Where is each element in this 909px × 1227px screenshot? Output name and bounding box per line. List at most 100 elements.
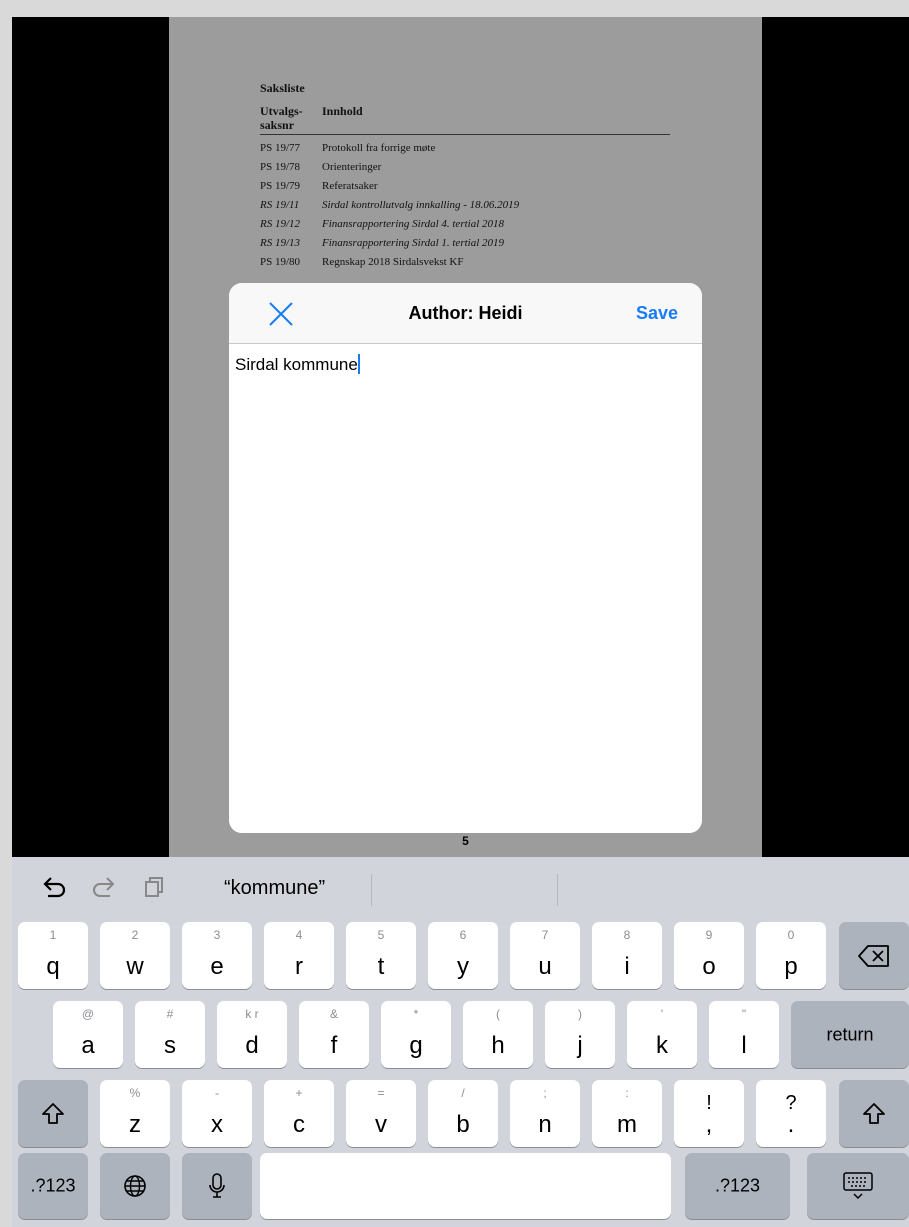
key-f[interactable]: & f: [299, 1001, 369, 1068]
key-letter: s: [164, 1032, 176, 1059]
shift-key-left[interactable]: [18, 1080, 88, 1147]
key-alt: %: [129, 1086, 141, 1100]
redo-button[interactable]: [90, 873, 118, 901]
row-number: RS 19/13: [260, 237, 301, 249]
close-button[interactable]: [267, 300, 295, 328]
dialog-title: Author: Heidi: [408, 303, 523, 323]
key-comma[interactable]: !,: [674, 1080, 744, 1147]
key-y[interactable]: 6y: [428, 922, 498, 989]
row-text: Regnskap 2018 Sirdalsvekst KF: [322, 256, 464, 268]
suggestion-divider: [557, 874, 558, 906]
key-q[interactable]: 1q: [18, 922, 88, 989]
key-letter: y: [457, 953, 469, 980]
close-icon: [269, 302, 293, 326]
agenda-title: Saksliste: [260, 81, 305, 95]
key-b[interactable]: / b: [428, 1080, 498, 1147]
key-alt: /: [461, 1086, 465, 1100]
key-alt: 9: [705, 928, 713, 942]
paste-button[interactable]: [140, 873, 168, 901]
key-v[interactable]: = v: [346, 1080, 416, 1147]
key-alt: 6: [459, 928, 467, 942]
key-k[interactable]: ' k: [627, 1001, 697, 1068]
suggestion-divider: [371, 874, 372, 906]
key-d[interactable]: k r d: [217, 1001, 287, 1068]
key-alt: 0: [787, 928, 795, 942]
key-alt: -: [215, 1086, 219, 1100]
key-alt: @: [81, 1007, 95, 1021]
key-g[interactable]: * g: [381, 1001, 451, 1068]
numbers-key-left[interactable]: .?123: [18, 1153, 88, 1219]
globe-key[interactable]: [100, 1153, 170, 1219]
redo-icon: [93, 877, 115, 897]
key-alt: 3: [213, 928, 221, 942]
key-letter: w: [126, 953, 144, 980]
key-letter: b: [456, 1111, 470, 1138]
key-i[interactable]: 8i: [592, 922, 662, 989]
key-n[interactable]: ; n: [510, 1080, 580, 1147]
space-bar[interactable]: [260, 1153, 671, 1219]
note-text-area[interactable]: Sirdal kommune: [229, 344, 702, 833]
key-alt: :: [625, 1086, 629, 1100]
page-number: 5: [462, 834, 469, 848]
suggestion-word[interactable]: “kommune”: [224, 877, 325, 900]
key-alt: ;: [543, 1086, 547, 1100]
key-letter: z: [129, 1111, 141, 1138]
backspace-key[interactable]: [839, 922, 909, 989]
key-x[interactable]: -x: [182, 1080, 252, 1147]
key-p[interactable]: 0p: [756, 922, 826, 989]
dismiss-keyboard-key[interactable]: [807, 1153, 909, 1219]
agenda-row: PS 19/78 Orienteringer: [260, 158, 670, 177]
key-alt: 8: [623, 928, 631, 942]
key-alt: #: [166, 1007, 174, 1021]
numbers-key-right[interactable]: .?123: [685, 1153, 790, 1219]
key-alt: 4: [295, 928, 303, 942]
key-letter: o: [702, 953, 716, 980]
key-t[interactable]: 5t: [346, 922, 416, 989]
key-alt: k r: [245, 1007, 259, 1021]
agenda-row: PS 19/80 Regnskap 2018 Sirdalsvekst KF: [260, 253, 670, 272]
shift-icon: [863, 1102, 885, 1124]
key-alt: (: [496, 1007, 500, 1021]
key-alt: =: [377, 1086, 385, 1100]
paste-icon: [145, 877, 163, 897]
undo-button[interactable]: [40, 873, 68, 901]
key-letter: j: [577, 1032, 583, 1059]
key-s[interactable]: # s: [135, 1001, 205, 1068]
key-o[interactable]: 9o: [674, 922, 744, 989]
note-dialog: Author: Heidi Save Sirdal kommune: [229, 283, 702, 833]
key-w[interactable]: 2w: [100, 922, 170, 989]
key-m[interactable]: :m: [592, 1080, 662, 1147]
key-period[interactable]: ?.: [756, 1080, 826, 1147]
key-alt: *: [413, 1007, 419, 1021]
shift-key-right[interactable]: [839, 1080, 909, 1147]
key-letter: h: [491, 1032, 505, 1059]
key-z[interactable]: % z: [100, 1080, 170, 1147]
globe-icon: [124, 1175, 146, 1197]
key-alt: +: [295, 1086, 303, 1100]
shortcut-bar: “kommune”: [12, 857, 909, 919]
return-key[interactable]: return: [791, 1001, 909, 1068]
row-number: RS 19/12: [260, 218, 301, 230]
key-letter: p: [784, 953, 798, 980]
key-letter: v: [375, 1111, 387, 1138]
key-letter: n: [538, 1111, 552, 1138]
agenda-header: Utvalgs- saksnr Innhold: [260, 104, 670, 135]
dictation-key[interactable]: [182, 1153, 252, 1219]
key-letter: x: [211, 1111, 223, 1138]
save-button[interactable]: Save: [636, 283, 678, 343]
text-cursor: [357, 354, 360, 374]
key-c[interactable]: + c: [264, 1080, 334, 1147]
key-u[interactable]: 7u: [510, 922, 580, 989]
dialog-header: Author: Heidi Save: [229, 283, 702, 344]
key-r[interactable]: 4r: [264, 922, 334, 989]
key-h[interactable]: (h: [463, 1001, 533, 1068]
key-j[interactable]: ) j: [545, 1001, 615, 1068]
key-alt: ": [741, 1007, 747, 1021]
key-e[interactable]: 3e: [182, 922, 252, 989]
key-l[interactable]: " l: [709, 1001, 779, 1068]
row-number: PS 19/80: [260, 256, 301, 268]
key-letter: i: [624, 953, 630, 980]
key-letter: g: [409, 1032, 423, 1059]
backspace-icon: [858, 944, 889, 967]
key-a[interactable]: @ a: [53, 1001, 123, 1068]
